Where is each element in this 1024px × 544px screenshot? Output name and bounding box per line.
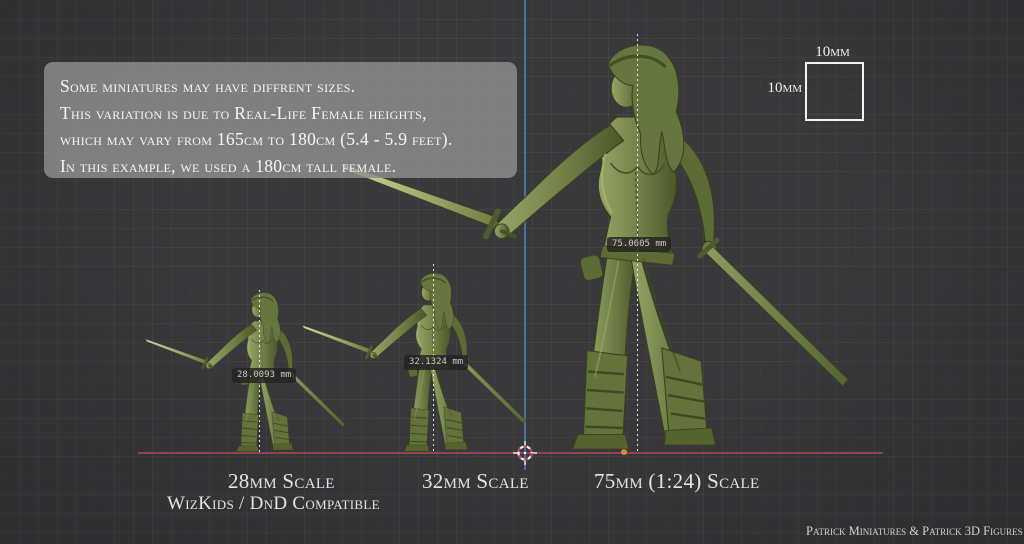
measurement-label-75mm: 75.0605 mm bbox=[607, 237, 671, 252]
scale-label-75mm: 75mm (1:24) Scale bbox=[594, 469, 759, 494]
info-line-2: This variation is due to Real-Life Femal… bbox=[60, 100, 501, 127]
reference-square-side-label: 10mm bbox=[760, 80, 802, 97]
reference-square bbox=[805, 62, 864, 121]
info-box: Some miniatures may have diffrent sizes.… bbox=[44, 62, 517, 178]
scale-sublabel-wizkids: WizKids / DnD Compatible bbox=[167, 493, 380, 515]
info-line-1: Some miniatures may have diffrent sizes. bbox=[60, 73, 501, 100]
info-line-4: In this example, we used a 180cm tall fe… bbox=[60, 153, 501, 180]
viewport-3d[interactable]: Some miniatures may have diffrent sizes.… bbox=[0, 0, 1024, 544]
info-line-3: which may vary from 165cm to 180cm (5.4 … bbox=[60, 126, 501, 153]
scale-label-28mm: 28mm Scale bbox=[228, 469, 335, 494]
watermark-text: Patrick Miniatures & Patrick 3D Figures bbox=[806, 524, 1016, 539]
reference-square-top-label: 10mm bbox=[803, 44, 862, 61]
cursor-3d[interactable] bbox=[512, 440, 538, 466]
measurement-label-28mm: 28.0093 mm bbox=[232, 368, 296, 383]
measurement-label-32mm: 32.1324 mm bbox=[404, 355, 468, 370]
scale-label-32mm: 32mm Scale bbox=[422, 469, 529, 494]
